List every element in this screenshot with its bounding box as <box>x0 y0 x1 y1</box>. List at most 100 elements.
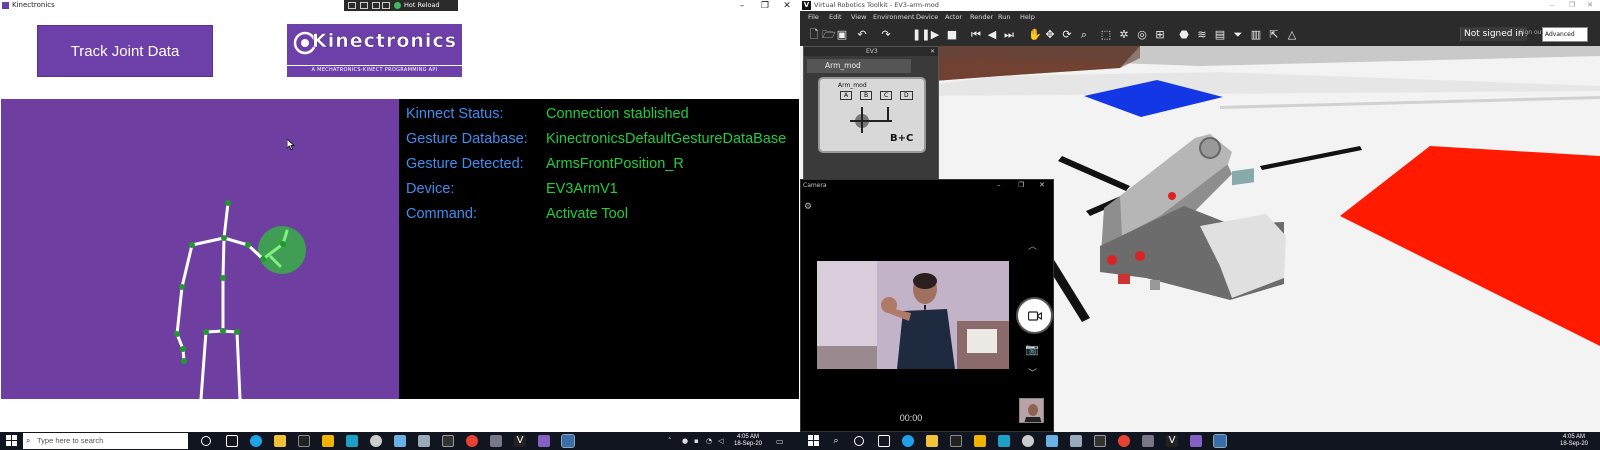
track-joint-data-button[interactable]: Track Joint Data <box>37 25 213 77</box>
menu-help[interactable]: Help <box>1020 13 1035 21</box>
reset-icon[interactable]: ◎ <box>1136 29 1148 41</box>
close-button[interactable]: ✕ <box>777 0 797 12</box>
volume-icon[interactable]: ◁ <box>718 437 723 445</box>
documents-icon[interactable] <box>418 435 430 447</box>
file-explorer-icon[interactable] <box>274 435 286 447</box>
task-view-icon[interactable] <box>226 435 238 447</box>
display-adorners-icon[interactable] <box>360 2 368 9</box>
start-button-right[interactable] <box>808 435 819 446</box>
menu-actor[interactable]: Actor <box>945 13 962 21</box>
save-icon[interactable]: ▣ <box>836 29 848 41</box>
redo-icon[interactable]: ↷ <box>880 29 892 41</box>
app-icon-blue-right[interactable] <box>998 435 1010 447</box>
app-icon-blue[interactable] <box>346 435 358 447</box>
edge-icon[interactable] <box>250 435 262 447</box>
rotate-icon[interactable]: ⟳ <box>1061 29 1073 41</box>
edge-icon-right[interactable] <box>902 435 914 447</box>
ev3-panel-close-icon[interactable]: ✕ <box>930 47 935 56</box>
visual-studio-icon-right[interactable] <box>1190 435 1202 447</box>
notes-icon[interactable] <box>394 435 406 447</box>
ev3-tab[interactable]: Arm_mod <box>807 59 911 73</box>
task-view-icon-right[interactable] <box>878 435 890 447</box>
layers-icon[interactable]: ≋ <box>1196 29 1208 41</box>
menu-render[interactable]: Render <box>970 13 993 21</box>
tray-app-icon[interactable]: ▪ <box>694 437 699 445</box>
select-tool-icon[interactable]: ⬚ <box>1100 29 1112 41</box>
chevron-down-icon[interactable]: ﹀ <box>1028 366 1037 379</box>
taskbar-clock[interactable]: 4:05 AM 18-Sep-20 <box>728 434 768 448</box>
port-d[interactable]: D <box>900 91 913 100</box>
camera-minimize-button[interactable]: – <box>997 181 1001 189</box>
stop-icon[interactable]: ■ <box>946 29 958 41</box>
ev3-program-block[interactable]: Arm_mod A B C D B+C <box>818 77 926 153</box>
menu-view[interactable]: View <box>851 13 866 21</box>
inspector-icon[interactable]: ▤ <box>1214 29 1226 41</box>
record-video-button[interactable] <box>1016 297 1053 334</box>
step-backward-icon[interactable]: ◀ <box>986 29 998 41</box>
taskbar-search-box[interactable]: ⌕ Type here to search <box>23 433 188 449</box>
notifications-icon[interactable]: ▭ <box>776 437 784 446</box>
pause-icon[interactable]: ❚❚ <box>912 29 930 41</box>
unity-icon-right[interactable] <box>1094 435 1106 447</box>
cortana-icon-right[interactable] <box>854 436 864 446</box>
vrt-taskbar-icon-right[interactable]: V <box>1166 435 1178 447</box>
notes-icon-right[interactable] <box>1046 435 1058 447</box>
settings-gear-icon[interactable] <box>370 435 382 447</box>
vrt-restore-button[interactable]: ❐ <box>1562 0 1582 11</box>
port-c[interactable]: C <box>880 91 893 100</box>
folder-icon[interactable] <box>322 435 334 447</box>
select-element-icon[interactable] <box>348 2 356 9</box>
settings-gear-icon-right[interactable] <box>1022 435 1034 447</box>
rewind-icon[interactable]: ⏮ <box>970 29 982 41</box>
port-a[interactable]: A <box>840 91 853 100</box>
search-icon-right[interactable]: ⌕ <box>830 435 842 447</box>
menu-edit[interactable]: Edit <box>829 13 842 21</box>
menu-run[interactable]: Run <box>998 13 1010 21</box>
start-button[interactable] <box>6 435 17 446</box>
camera-app-icon[interactable] <box>490 435 502 447</box>
zoom-icon[interactable]: ⌕ <box>1078 29 1090 41</box>
microphone-icon[interactable]: ● <box>682 437 688 445</box>
documents-icon-right[interactable] <box>1070 435 1082 447</box>
terrain-icon[interactable]: △ <box>1286 29 1298 41</box>
camera-close-button[interactable]: ✕ <box>1039 181 1045 189</box>
chrome-icon-right[interactable] <box>1118 435 1130 447</box>
camera-app-icon-right[interactable] <box>1142 435 1154 447</box>
filter-icon[interactable]: ⏷ <box>1232 29 1244 41</box>
new-file-icon[interactable]: 🗋 <box>808 29 820 41</box>
menu-device[interactable]: Device <box>916 13 938 21</box>
save-scene-icon[interactable]: ▥ <box>1250 29 1262 41</box>
open-folder-icon[interactable]: 🗁 <box>822 29 836 41</box>
minimize-button[interactable]: – <box>732 0 752 12</box>
camera-settings-icon[interactable]: ⚙ <box>804 202 812 212</box>
chrome-icon[interactable] <box>466 435 478 447</box>
export-icon[interactable]: ⇱ <box>1268 29 1280 41</box>
kinectronics-taskbar-icon[interactable] <box>561 434 575 448</box>
signout-link[interactable]: Sign out <box>1519 29 1544 36</box>
track-focus-icon[interactable] <box>372 2 380 9</box>
terminal-icon-right[interactable] <box>950 435 962 447</box>
settings-icon[interactable]: ✲ <box>1118 29 1130 41</box>
play-step-icon[interactable]: ▶ <box>929 29 941 41</box>
tray-chevron-icon[interactable]: ˄ <box>668 437 672 445</box>
view-mode-select[interactable]: Advanced View <box>1542 27 1588 51</box>
kinectronics-taskbar-icon-right[interactable] <box>1213 434 1227 448</box>
vrt-taskbar-icon[interactable]: V <box>514 435 526 447</box>
last-capture-thumbnail[interactable] <box>1019 398 1044 423</box>
menu-environment[interactable]: Environment <box>873 13 915 21</box>
visual-studio-icon[interactable] <box>538 435 550 447</box>
cortana-icon[interactable] <box>201 436 211 446</box>
chevron-up-icon[interactable]: ︿ <box>1028 239 1037 252</box>
photo-camera-icon[interactable]: 📷 <box>1025 343 1039 356</box>
move-icon[interactable]: ✥ <box>1044 29 1056 41</box>
unity-icon[interactable] <box>442 435 454 447</box>
hand-pan-icon[interactable]: ✋ <box>1028 29 1042 41</box>
objects-icon[interactable]: ⬣ <box>1178 29 1190 41</box>
taskbar-clock-right[interactable]: 4:05 AM 18-Sep-20 <box>1552 434 1596 448</box>
layout-adorners-icon[interactable] <box>382 2 390 9</box>
vrt-minimize-button[interactable]: – <box>1542 0 1562 11</box>
folder-icon-right[interactable] <box>974 435 986 447</box>
network-icon[interactable]: ◔ <box>706 437 712 445</box>
terminal-icon[interactable] <box>298 435 310 447</box>
step-forward-icon[interactable]: ⏭ <box>1003 29 1015 41</box>
